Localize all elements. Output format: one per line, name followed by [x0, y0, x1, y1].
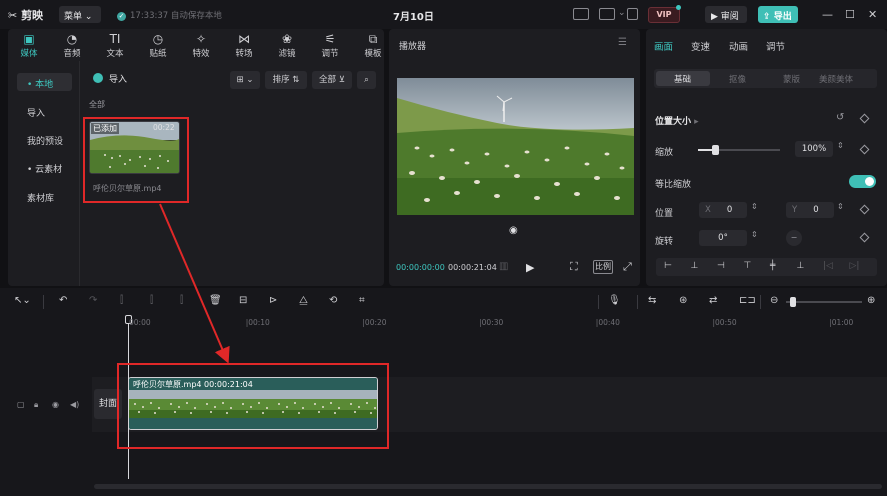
tool-label: 贴纸 [149, 49, 167, 59]
property-tab-1[interactable]: 变速 [691, 39, 710, 53]
ruler-tick: |00:40 [595, 318, 620, 327]
tool-text[interactable]: TI 文本 [100, 31, 130, 59]
property-tab-0[interactable]: 画面 [654, 39, 673, 53]
crop-icon[interactable]: ⌗ [359, 295, 365, 306]
property-tab-3[interactable]: 调节 [766, 39, 785, 53]
tool-template[interactable]: ⧉ 模板 [358, 31, 388, 59]
sidebar-item-3[interactable]: • 云素材 [17, 158, 72, 176]
toolbar-divider [43, 295, 44, 309]
property-subtab-2[interactable]: 蒙版 [783, 73, 800, 85]
toolbar-divider [760, 295, 761, 309]
annotation-arrow [159, 203, 230, 364]
template-icon: ⧉ [368, 32, 378, 46]
align-icon-1[interactable]: ⊥ [691, 261, 699, 271]
rotate-icon[interactable]: ⟲ [329, 295, 337, 306]
tool-label: 调节 [321, 49, 339, 59]
tool-audio[interactable]: ◔ 音频 [57, 31, 87, 59]
property-subtab-0[interactable]: 基础 [674, 73, 691, 85]
split-icon[interactable]: ⫿ [120, 295, 123, 306]
sticker-icon: ◷ [152, 32, 164, 46]
reverse-icon[interactable]: ⊳ [269, 295, 277, 306]
align-icon-0[interactable]: ⊢ [664, 261, 672, 271]
ruler-tick: |00:20 [362, 318, 387, 327]
align-icon-2[interactable]: ⊣ [717, 261, 725, 271]
transition-icon: ⋈ [238, 32, 250, 46]
auto-snap-icon[interactable]: ⊛ [679, 295, 687, 306]
tool-label: 特效 [192, 49, 210, 59]
redo-icon[interactable]: ↷ [89, 295, 97, 306]
tool-label: 滤镜 [278, 49, 296, 59]
mirror-icon[interactable]: ⧋ [299, 295, 308, 306]
sidebar-item-2[interactable]: 我的预设 [17, 130, 72, 148]
property-tab-2[interactable]: 动画 [729, 39, 748, 53]
property-subtab-3[interactable]: 美颜美体 [819, 73, 853, 85]
ruler-tick: |00:50 [712, 318, 737, 327]
toolbar-divider [637, 295, 638, 309]
link-icon[interactable]: ⇄ [709, 295, 717, 306]
adjust-icon: ⚟ [324, 32, 336, 46]
split-right-icon[interactable]: ⫿ [180, 295, 183, 306]
microphone-icon[interactable]: 🎙︎ [608, 295, 621, 306]
freeze-icon[interactable]: ⊟ [239, 295, 247, 306]
tool-label: 文本 [106, 49, 124, 59]
align-icon-5[interactable]: ⊥ [797, 261, 805, 271]
tool-label: 音频 [63, 49, 81, 59]
tool-label: 模板 [364, 49, 382, 59]
align-icon-4[interactable]: ╪ [770, 261, 775, 271]
align-icon-3[interactable]: ⊤ [744, 261, 752, 271]
tool-effects[interactable]: ✧ 特效 [186, 31, 216, 59]
text-icon: TI [109, 32, 121, 46]
align-icon-7[interactable]: ▷| [850, 261, 860, 271]
sidebar-item-4[interactable]: 素材库 [17, 187, 72, 205]
sidebar-item-0[interactable]: • 本地 [17, 73, 72, 91]
tool-label: 媒体 [20, 49, 38, 59]
delete-icon[interactable]: 🗑︎ [209, 295, 222, 306]
toolbar-divider [598, 295, 599, 309]
property-subtab-1[interactable]: 抠像 [729, 73, 746, 85]
tool-label: 转场 [235, 49, 253, 59]
tool-media[interactable]: ▣ 媒体 [14, 31, 44, 59]
filter-icon: ❀ [281, 32, 293, 46]
tool-filter[interactable]: ❀ 滤镜 [272, 31, 302, 59]
split-left-icon[interactable]: ⫿ [150, 295, 153, 306]
media-icon: ▣ [23, 32, 35, 46]
ruler-tick: |00:30 [479, 318, 504, 327]
tool-adjust[interactable]: ⚟ 调节 [315, 31, 345, 59]
effects-icon: ✧ [195, 32, 207, 46]
ruler-tick: |01:00 [829, 318, 854, 327]
tool-sticker[interactable]: ◷ 贴纸 [143, 31, 173, 59]
sidebar-item-1[interactable]: 导入 [17, 102, 72, 120]
ruler-tick: 00:00 [129, 318, 151, 327]
align-icon-6[interactable]: |◁ [823, 261, 833, 271]
undo-icon[interactable]: ↶ [59, 295, 67, 306]
audio-icon: ◔ [66, 32, 78, 46]
ruler-tick: |00:10 [245, 318, 270, 327]
timeline-scrollbar[interactable] [94, 484, 882, 489]
tool-transition[interactable]: ⋈ 转场 [229, 31, 259, 59]
select-icon[interactable]: ↖⌄ [14, 295, 31, 306]
preview-axis-icon[interactable]: ⊏⊐ [739, 295, 756, 306]
main-track-magnet-icon[interactable]: ⇆ [648, 295, 656, 306]
